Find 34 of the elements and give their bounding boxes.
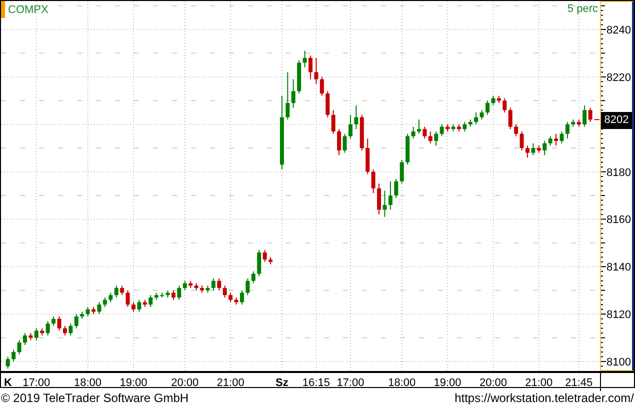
candlestick (92, 306, 96, 315)
axis-label: 20:00 (171, 377, 199, 389)
last-price-marker (594, 119, 600, 120)
symbol-marker (1, 1, 5, 18)
candlestick (200, 285, 204, 294)
axis-label: 8140 (606, 262, 631, 274)
axis-label: 8180 (606, 166, 631, 179)
axis-label: 18:00 (74, 377, 102, 389)
price-label: 8202 (601, 112, 632, 129)
axis-label: 17:00 (336, 377, 364, 389)
day-label: Sz (276, 377, 288, 389)
candlestick (308, 55, 312, 80)
day-label: K (4, 377, 12, 389)
axis-label: 19:00 (434, 377, 462, 389)
axis-label: 8160 (606, 214, 631, 226)
axis-label: 8100 (606, 356, 631, 369)
axis-label: 19:00 (120, 377, 148, 389)
website-link[interactable]: https://workstation.teletrader.com/ (454, 391, 634, 405)
symbol-label: COMPX (8, 4, 48, 16)
axis-label: 8240 (606, 24, 631, 36)
axis-label: 20:00 (479, 377, 507, 389)
axis-label: 21:45 (565, 377, 593, 389)
axis-label: 17:00 (22, 377, 50, 389)
candlestick (6, 356, 10, 370)
candlestick (268, 256, 273, 265)
axis-label: 16:15 (302, 377, 330, 389)
axis-label: 18:00 (388, 377, 416, 389)
candlestick (486, 100, 490, 116)
axis-label: 8120 (606, 309, 631, 322)
interval-label: 5 perc (567, 3, 598, 15)
axis-label: 21:00 (216, 377, 244, 389)
copyright-text: © 2019 TeleTrader Software GmbH (1, 391, 189, 405)
axis-label: 21:00 (525, 377, 553, 389)
axis-label: 8220 (606, 72, 631, 84)
